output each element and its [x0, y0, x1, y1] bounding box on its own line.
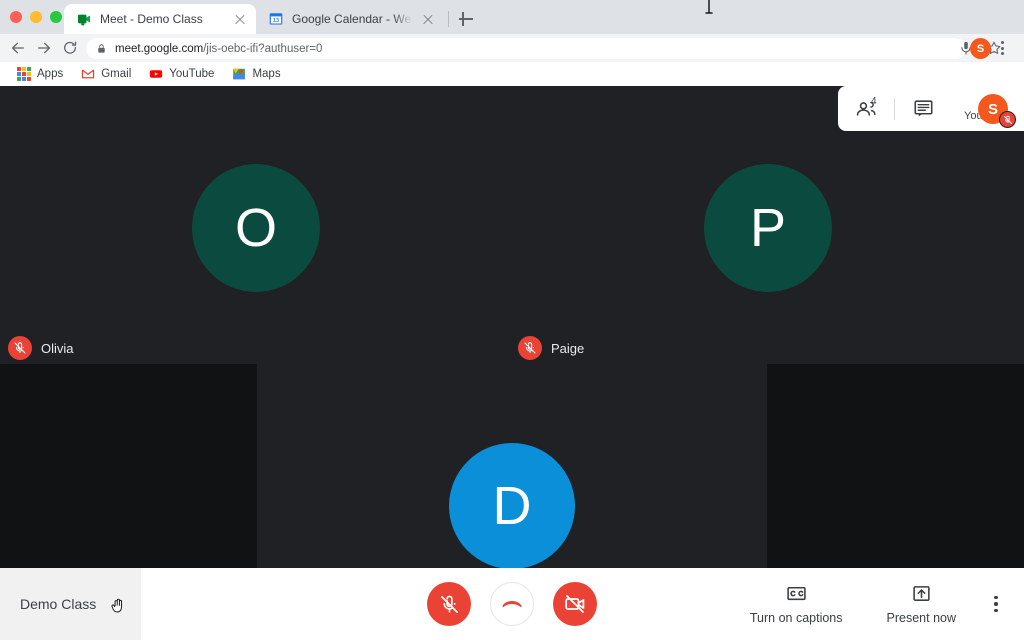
video-tile-empty-left[interactable] — [0, 364, 257, 568]
meet-icon — [78, 14, 90, 26]
captions-label: Turn on captions — [749, 611, 843, 625]
maps-icon — [233, 68, 246, 80]
bookmark-label: Gmail — [101, 68, 132, 80]
participant-name-chip: Paige — [518, 336, 584, 360]
maximize-window-button[interactable] — [50, 11, 62, 23]
present-upload-icon — [913, 586, 930, 601]
tab-title: Google Calendar - Week of Ma — [292, 12, 412, 26]
bookmark-apps[interactable]: Apps — [10, 65, 70, 83]
text-cursor — [705, 0, 713, 14]
forward-icon[interactable] — [36, 40, 52, 56]
youtube-icon — [150, 70, 163, 78]
close-window-button[interactable] — [10, 11, 22, 23]
back-icon[interactable] — [10, 40, 26, 56]
phone-hangup-icon — [502, 601, 522, 608]
apps-grid-icon — [17, 67, 31, 81]
mic-off-icon — [8, 336, 32, 360]
participants-button[interactable]: 4 — [838, 86, 894, 131]
bookmark-gmail[interactable]: Gmail — [74, 65, 138, 83]
chat-button[interactable] — [895, 86, 951, 131]
closed-caption-icon — [787, 586, 806, 601]
mic-off-icon — [440, 595, 458, 613]
new-tab-button[interactable] — [456, 9, 476, 29]
bookmark-label: Apps — [37, 68, 64, 80]
camera-off-icon — [565, 595, 585, 613]
tab-divider — [448, 11, 449, 27]
gmail-icon — [82, 69, 95, 79]
reload-icon[interactable] — [62, 40, 78, 56]
bookmark-label: YouTube — [169, 68, 215, 80]
bookmark-label: Maps — [252, 68, 281, 80]
bookmarks-bar: Apps Gmail YouTube Maps — [0, 62, 1024, 86]
browser-window: Meet - Demo Class 13 Google Calendar - W… — [0, 0, 1024, 640]
minimize-window-button[interactable] — [30, 11, 42, 23]
leave-call-button[interactable] — [490, 582, 534, 626]
bookmark-maps[interactable]: Maps — [225, 65, 287, 83]
calendar-icon: 13 — [269, 13, 283, 25]
meet-top-panel: 4 You S — [838, 86, 1024, 131]
participant-name: Paige — [551, 340, 585, 356]
tab-google-calendar[interactable]: 13 Google Calendar - Week of Ma — [256, 4, 444, 34]
svg-text:13: 13 — [273, 18, 279, 24]
video-tile-empty-right[interactable] — [767, 364, 1024, 568]
turn-on-captions-button[interactable]: Turn on captions — [728, 583, 865, 625]
avatar: P — [704, 164, 832, 292]
participant-name-chip: Olivia — [8, 336, 74, 360]
tab-title: Meet - Demo Class — [100, 12, 203, 26]
participant-name: Olivia — [41, 340, 74, 356]
participants-count: 4 — [871, 96, 877, 107]
chat-icon — [913, 100, 933, 117]
url-text: meet.google.com/jis-oebc-ifi?authuser=0 — [115, 42, 323, 55]
bookmark-youtube[interactable]: YouTube — [142, 65, 221, 83]
toggle-microphone-button[interactable] — [427, 582, 471, 626]
close-tab-button[interactable] — [232, 11, 248, 27]
browser-menu-icon[interactable] — [1001, 41, 1005, 57]
lock-icon — [98, 44, 105, 53]
mic-off-icon — [999, 111, 1016, 128]
browser-profile-avatar[interactable]: S — [970, 38, 991, 59]
window-traffic-lights — [10, 11, 62, 23]
more-options-icon[interactable] — [986, 591, 1006, 617]
address-bar[interactable]: meet.google.com/jis-oebc-ifi?authuser=0 — [86, 38, 966, 59]
avatar: O — [192, 164, 320, 292]
meeting-name: Demo Class — [20, 596, 97, 612]
tab-meet[interactable]: Meet - Demo Class — [64, 4, 256, 34]
navigation-toolbar: meet.google.com/jis-oebc-ifi?authuser=0 … — [0, 34, 1024, 62]
avatar: D — [449, 443, 575, 568]
video-grid: O Olivia P Paige D 4 You S — [0, 86, 1024, 568]
secondary-controls: Turn on captions Present now — [728, 568, 1024, 640]
hand-cursor — [111, 598, 123, 613]
meet-bottom-bar: Demo Class Turn on captions Present now — [0, 568, 1024, 640]
call-controls — [427, 582, 597, 626]
toggle-camera-button[interactable] — [553, 582, 597, 626]
mic-off-icon — [518, 336, 542, 360]
close-tab-button[interactable] — [420, 11, 436, 27]
present-now-button[interactable]: Present now — [865, 583, 978, 625]
present-label: Present now — [886, 611, 956, 625]
tab-strip: Meet - Demo Class 13 Google Calendar - W… — [0, 0, 1024, 34]
